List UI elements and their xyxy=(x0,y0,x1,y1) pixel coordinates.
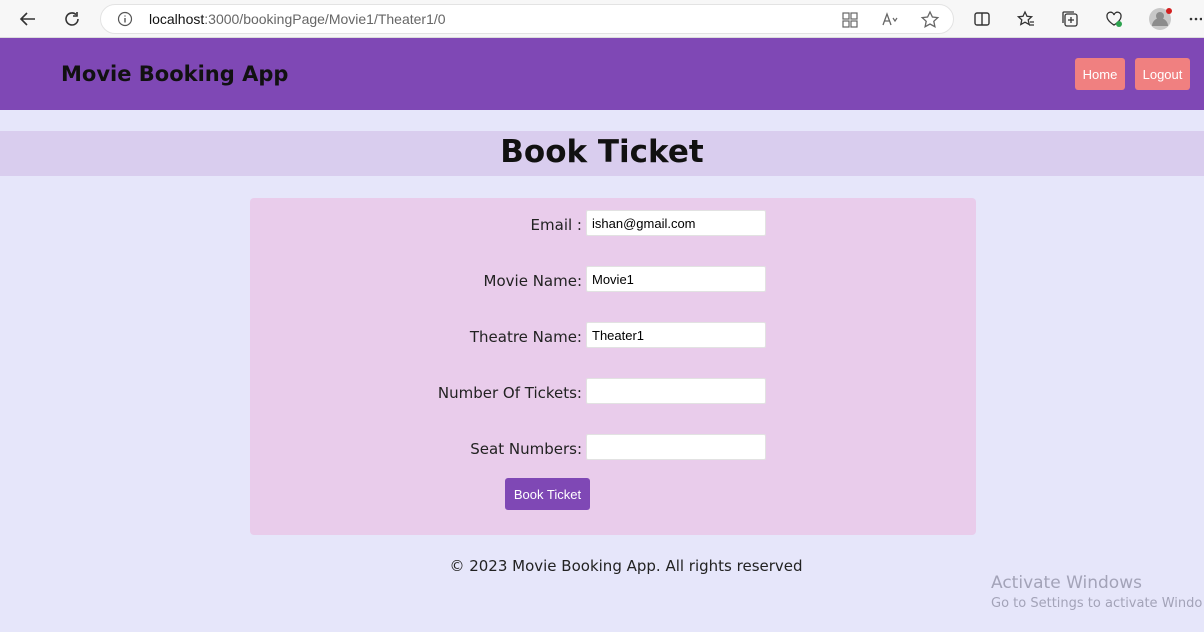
more-options-icon[interactable] xyxy=(1186,5,1204,33)
activate-windows-watermark: Activate Windows Go to Settings to activ… xyxy=(991,573,1202,611)
url-path: :3000/bookingPage/Movie1/Theater1/0 xyxy=(204,11,446,27)
theatre-name-label: Theatre Name: xyxy=(469,328,582,346)
movie-name-label: Movie Name: xyxy=(483,272,582,290)
booking-form: Email : Movie Name: Theatre Name: Number… xyxy=(250,198,976,535)
back-arrow-icon[interactable] xyxy=(14,5,42,33)
theatre-name-field[interactable] xyxy=(586,322,766,348)
reload-icon[interactable] xyxy=(58,5,86,33)
logout-button[interactable]: Logout xyxy=(1135,58,1190,90)
seats-row: Seat Numbers: xyxy=(250,434,976,464)
collections-icon[interactable] xyxy=(1056,5,1084,33)
site-info-icon[interactable] xyxy=(117,11,133,27)
brand-title: Movie Booking App xyxy=(61,62,289,86)
seat-numbers-field[interactable] xyxy=(586,434,766,460)
read-aloud-icon[interactable] xyxy=(880,10,900,30)
movie-name-field[interactable] xyxy=(586,266,766,292)
url-host: localhost xyxy=(149,11,205,27)
browser-essentials-icon[interactable] xyxy=(1100,5,1128,33)
favorites-icon[interactable] xyxy=(1012,5,1040,33)
movie-row: Movie Name: xyxy=(250,266,976,296)
number-of-tickets-label: Number Of Tickets: xyxy=(437,384,582,402)
home-button[interactable]: Home xyxy=(1075,58,1125,90)
watermark-subtitle: Go to Settings to activate Windo xyxy=(991,596,1203,611)
email-label: Email : xyxy=(530,216,582,234)
app-available-icon[interactable] xyxy=(840,10,860,30)
tickets-row: Number Of Tickets: xyxy=(250,378,976,408)
app-header: Movie Booking App Home Logout xyxy=(0,38,1204,110)
browser-toolbar: localhost:3000/bookingPage/Movie1/Theate… xyxy=(0,0,1204,38)
email-row: Email : xyxy=(250,210,976,240)
page-title: Book Ticket xyxy=(500,134,704,170)
title-band: Book Ticket xyxy=(0,131,1204,176)
number-of-tickets-field[interactable] xyxy=(586,378,766,404)
favorite-star-icon[interactable] xyxy=(920,10,940,30)
url-text: localhost:3000/bookingPage/Movie1/Theate… xyxy=(149,11,446,27)
book-ticket-button[interactable]: Book Ticket xyxy=(505,478,590,510)
seat-numbers-label: Seat Numbers: xyxy=(470,440,582,458)
email-field[interactable] xyxy=(586,210,766,236)
theatre-row: Theatre Name: xyxy=(250,322,976,352)
profile-avatar-icon[interactable] xyxy=(1146,5,1174,33)
split-screen-icon[interactable] xyxy=(968,5,996,33)
address-bar[interactable]: localhost:3000/bookingPage/Movie1/Theate… xyxy=(100,4,954,34)
watermark-title: Activate Windows xyxy=(991,573,1142,593)
